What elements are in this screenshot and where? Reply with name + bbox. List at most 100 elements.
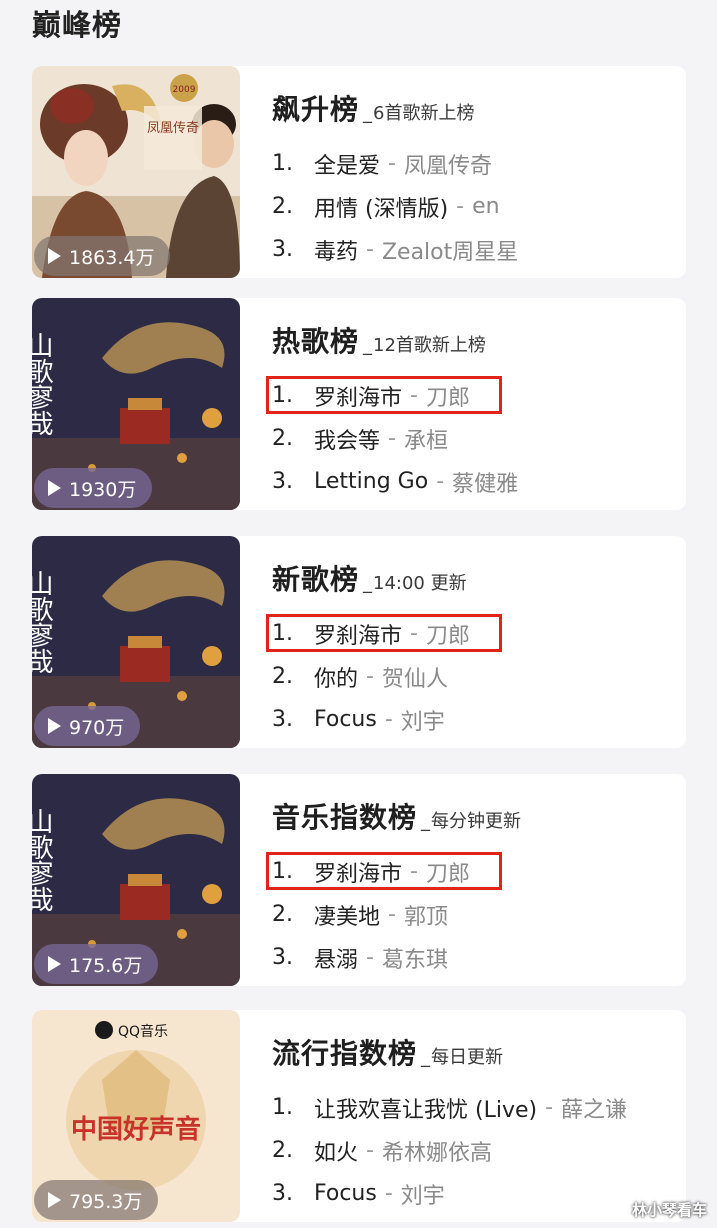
song-list: 1. 罗刹海市 - 刀郎 2. 你的 - 贺仙人 3. Focus - 刘宇: [266, 612, 682, 741]
song-list: 1. 罗刹海市 - 刀郎 2. 凄美地 - 郭顶 3. 悬溺 - 葛东琪: [266, 850, 682, 979]
chart-tag: 6首歌新上榜: [363, 99, 474, 125]
play-count: 1930万: [69, 478, 137, 501]
chart-name[interactable]: 飙升榜: [272, 88, 359, 128]
chart-card-new[interactable]: 山歌寥哉 970万 新歌榜 14:00 更新 1. 罗刹海市 - 刀郎 2. 你…: [32, 536, 686, 748]
song-rank: 1.: [272, 859, 293, 884]
song-item[interactable]: 2. 凄美地 - 郭顶: [272, 893, 682, 936]
song-title: Focus: [314, 1181, 377, 1206]
song-rank: 1.: [272, 621, 293, 646]
play-icon: [48, 248, 61, 264]
song-title: Focus: [314, 707, 377, 732]
song-rank: 2.: [272, 1138, 293, 1163]
song-rank: 2.: [272, 902, 293, 927]
cover-shange: 山歌寥哉 175.6万: [32, 774, 240, 986]
song-item[interactable]: 3. 毒药 - Zealot周星星: [272, 228, 682, 271]
song-list: 1. 全是爱 - 凤凰传奇 2. 用情 (深情版) - en 3. 毒药 - Z…: [272, 142, 682, 271]
song-title: 毒药: [314, 239, 359, 265]
song-item[interactable]: 3. Focus - 刘宇: [272, 698, 682, 741]
song-item[interactable]: 2. 用情 (深情版) - en: [272, 185, 682, 228]
song-item[interactable]: 1. 全是爱 - 凤凰传奇: [272, 142, 682, 185]
song-separator: -: [410, 383, 418, 408]
song-title: 用情 (深情版): [314, 196, 449, 222]
song-separator: -: [410, 859, 418, 884]
song-rank: 3.: [272, 469, 293, 494]
song-title: 如火: [314, 1140, 359, 1166]
cover-haoshengyin: QQ音乐 中国好声音 795.3万: [32, 1010, 240, 1222]
song-item[interactable]: 2. 你的 - 贺仙人: [272, 655, 682, 698]
song-item[interactable]: 1. 让我欢喜让我忧 (Live) - 薛之谦: [272, 1086, 682, 1129]
chart-tag: 12首歌新上榜: [363, 331, 486, 357]
song-artist: 刀郎: [425, 385, 470, 411]
song-item[interactable]: 1. 罗刹海市 - 刀郎: [266, 612, 682, 655]
chart-header: 流行指数榜 每日更新: [272, 1032, 503, 1072]
song-separator: -: [545, 1095, 554, 1120]
play-icon: [48, 480, 61, 496]
song-separator: -: [388, 151, 396, 176]
play-count-button[interactable]: 795.3万: [34, 1180, 159, 1220]
song-item[interactable]: 2. 如火 - 希林娜依高: [272, 1129, 682, 1172]
svg-text:凤凰传奇: 凤凰传奇: [147, 120, 199, 136]
song-rank: 3.: [272, 945, 293, 970]
play-count-button[interactable]: 1930万: [34, 468, 153, 508]
chart-name[interactable]: 流行指数榜: [272, 1032, 417, 1072]
song-item[interactable]: 2. 我会等 - 承桓: [272, 417, 682, 460]
song-artist: 希林娜依高: [381, 1140, 492, 1166]
song-item[interactable]: 1. 罗刹海市 - 刀郎: [266, 374, 682, 417]
song-title: 罗刹海市: [314, 385, 403, 411]
song-artist: Zealot周星星: [381, 239, 519, 265]
chart-card-soaring[interactable]: 凤凰传奇 2009 1863.4万 飙升榜 6首歌新上榜 1. 全是爱 - 凤凰…: [32, 66, 686, 278]
song-item[interactable]: 3. Letting Go - 蔡健雅: [272, 460, 682, 503]
song-rank: 2.: [272, 664, 293, 689]
song-artist: 刀郎: [425, 861, 470, 887]
chart-name[interactable]: 新歌榜: [272, 558, 359, 598]
song-item[interactable]: 3. 悬溺 - 葛东琪: [272, 936, 682, 979]
svg-text:山歌寥哉: 山歌寥哉: [32, 332, 53, 436]
song-rank: 1.: [272, 1095, 293, 1120]
song-separator: -: [366, 1138, 374, 1163]
song-separator: -: [436, 469, 445, 494]
song-artist: 蔡健雅: [452, 471, 519, 497]
chart-name[interactable]: 音乐指数榜: [272, 796, 417, 836]
chart-header: 音乐指数榜 每分钟更新: [272, 796, 521, 836]
song-artist: 贺仙人: [381, 666, 448, 692]
song-title: 让我欢喜让我忧 (Live): [314, 1097, 538, 1123]
play-count-button[interactable]: 175.6万: [34, 944, 159, 984]
song-title: 悬溺: [314, 947, 359, 973]
song-title: 我会等: [314, 428, 381, 454]
song-item[interactable]: 3. Focus - 刘宇: [272, 1172, 682, 1215]
svg-text:中国好声音: 中国好声音: [71, 1114, 201, 1145]
song-title: Letting Go: [314, 469, 429, 494]
song-separator: -: [456, 194, 465, 219]
page-title: 巅峰榜: [32, 8, 123, 42]
song-title: 罗刹海市: [314, 861, 403, 887]
song-title: 全是爱: [314, 153, 381, 179]
play-count-button[interactable]: 970万: [34, 706, 141, 746]
song-artist: 薛之谦: [561, 1097, 628, 1123]
chart-header: 飙升榜 6首歌新上榜: [272, 88, 474, 128]
song-rank: 1.: [272, 383, 293, 408]
song-separator: -: [366, 664, 374, 689]
play-count-button[interactable]: 1863.4万: [34, 236, 171, 276]
chart-tag: 每日更新: [421, 1043, 503, 1069]
chart-name[interactable]: 热歌榜: [272, 320, 359, 360]
song-rank: 2.: [272, 426, 293, 451]
play-count: 175.6万: [69, 954, 143, 977]
song-separator: -: [384, 1181, 393, 1206]
svg-text:QQ音乐: QQ音乐: [118, 1023, 168, 1040]
song-item[interactable]: 1. 罗刹海市 - 刀郎: [266, 850, 682, 893]
song-list: 1. 罗刹海市 - 刀郎 2. 我会等 - 承桓 3. Letting Go -…: [266, 374, 682, 503]
song-separator: -: [366, 237, 374, 262]
chart-card-hot[interactable]: 山歌寥哉 1930万 热歌榜 12首歌新上榜 1. 罗刹海市 - 刀郎 2. 我…: [32, 298, 686, 510]
chart-card-music-index[interactable]: 山歌寥哉 175.6万 音乐指数榜 每分钟更新 1. 罗刹海市 - 刀郎 2. …: [32, 774, 686, 986]
song-artist: 凤凰传奇: [403, 153, 492, 179]
song-separator: -: [384, 707, 393, 732]
song-title: 你的: [314, 666, 359, 692]
chart-card-pop-index[interactable]: QQ音乐 中国好声音 795.3万 流行指数榜 每日更新 1. 让我欢喜让我忧 …: [32, 1010, 686, 1222]
song-title: 罗刹海市: [314, 623, 403, 649]
svg-text:山歌寥哉: 山歌寥哉: [32, 808, 53, 912]
chart-header: 热歌榜 12首歌新上榜: [272, 320, 486, 360]
song-list: 1. 让我欢喜让我忧 (Live) - 薛之谦 2. 如火 - 希林娜依高 3.…: [272, 1086, 682, 1215]
song-title: 凄美地: [314, 904, 381, 930]
song-rank: 3.: [272, 237, 293, 262]
song-separator: -: [388, 902, 396, 927]
